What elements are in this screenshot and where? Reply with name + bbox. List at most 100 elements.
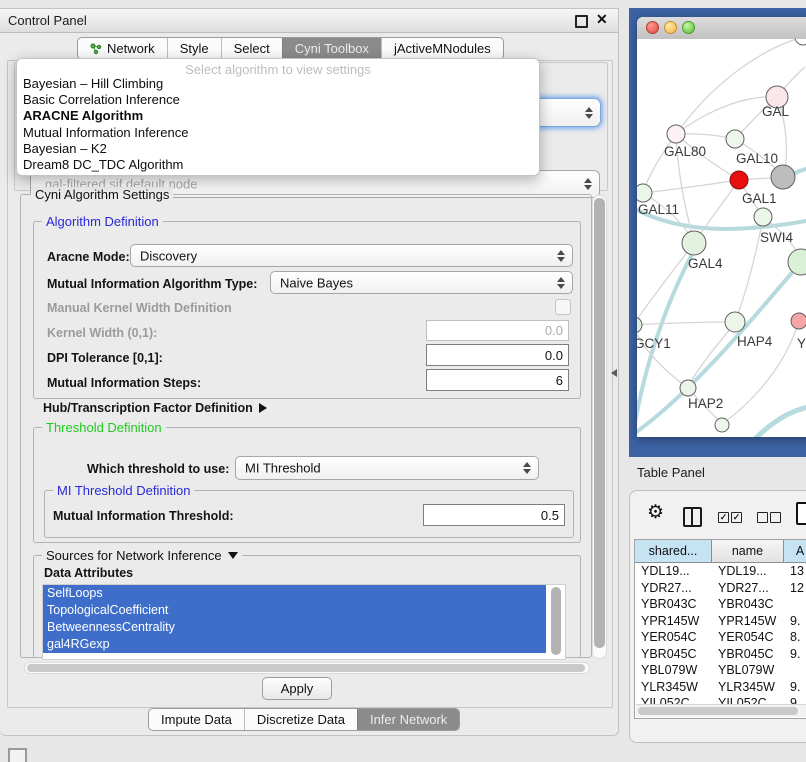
tab-discretize-data[interactable]: Discretize Data bbox=[244, 709, 357, 730]
node-gal80[interactable] bbox=[667, 125, 685, 143]
tab-impute-data[interactable]: Impute Data bbox=[149, 709, 244, 730]
list-item[interactable]: SelfLoops bbox=[43, 585, 546, 602]
panel-divider-handle[interactable] bbox=[611, 369, 617, 377]
node-label: GAL80 bbox=[664, 144, 706, 159]
close-traffic-icon[interactable] bbox=[646, 21, 659, 34]
settings-horizontal-scrollbar[interactable] bbox=[24, 662, 590, 674]
mi-steps-input[interactable] bbox=[426, 369, 569, 391]
node-gal1[interactable] bbox=[730, 171, 748, 189]
column-header[interactable]: A bbox=[784, 540, 806, 562]
mi-threshold-label: Mutual Information Threshold: bbox=[53, 509, 234, 523]
node-gcy1[interactable] bbox=[637, 317, 642, 333]
document-icon[interactable] bbox=[796, 502, 806, 525]
node-label: GAL bbox=[762, 104, 789, 119]
node-gray[interactable] bbox=[771, 165, 795, 189]
node-gal11[interactable] bbox=[637, 184, 652, 202]
list-item[interactable]: TopologicalCoefficient bbox=[43, 602, 546, 619]
expanded-arrow-icon bbox=[228, 552, 238, 559]
network-window-titlebar bbox=[637, 17, 806, 40]
tab-jactivemnodules[interactable]: jActiveMNodules bbox=[381, 38, 503, 59]
collapsed-arrow-icon bbox=[259, 403, 267, 413]
node-label: HAP2 bbox=[688, 396, 723, 411]
node-hap2[interactable] bbox=[680, 380, 696, 396]
unchecked-checkbox-icon[interactable] bbox=[770, 512, 781, 523]
algorithm-option[interactable]: Basic Correlation Inference bbox=[23, 92, 180, 107]
node[interactable] bbox=[715, 418, 729, 432]
settings-vertical-scrollbar[interactable] bbox=[592, 195, 607, 659]
cyni-algorithm-settings-group: Cyni Algorithm Settings Algorithm Defini… bbox=[20, 194, 592, 658]
sources-legend-label: Sources for Network Inference bbox=[46, 548, 222, 563]
minimize-traffic-icon[interactable] bbox=[664, 21, 677, 34]
checked-checkbox-icon[interactable]: ✓ bbox=[718, 512, 729, 523]
aracne-mode-label: Aracne Mode: bbox=[47, 250, 130, 264]
unchecked-checkbox-icon[interactable] bbox=[757, 512, 768, 523]
list-item[interactable]: gal4RGexp bbox=[43, 636, 546, 653]
hub-tf-section-toggle[interactable]: Hub/Transcription Factor Definition bbox=[43, 401, 267, 415]
threshold-definition-group: Threshold Definition Which threshold to … bbox=[33, 427, 581, 543]
algorithm-option-selected[interactable]: ARACNE Algorithm bbox=[23, 108, 143, 123]
table-row[interactable]: YLR345WYLR345W9. bbox=[635, 679, 806, 696]
checked-checkbox-icon[interactable]: ✓ bbox=[731, 512, 742, 523]
docked-panel-icon[interactable] bbox=[8, 748, 27, 762]
mi-type-combobox[interactable]: Naive Bayes bbox=[270, 271, 573, 294]
manual-kernel-checkbox[interactable] bbox=[555, 299, 571, 315]
zoom-traffic-icon[interactable] bbox=[682, 21, 695, 34]
list-item[interactable]: BetweennessCentrality bbox=[43, 619, 546, 636]
close-icon[interactable]: ✕ bbox=[596, 11, 608, 28]
list-scrollbar[interactable] bbox=[551, 587, 561, 655]
column-header[interactable]: name bbox=[712, 540, 784, 562]
node-gal10[interactable] bbox=[726, 130, 744, 148]
data-attributes-label: Data Attributes bbox=[44, 566, 133, 580]
node-swi4[interactable] bbox=[754, 208, 772, 226]
tab-style[interactable]: Style bbox=[167, 38, 221, 59]
tab-infer-network[interactable]: Infer Network bbox=[357, 709, 459, 730]
mi-threshold-input[interactable] bbox=[423, 504, 565, 526]
screen: Control Panel ✕ Network Style Select Cyn… bbox=[0, 0, 806, 762]
settings-horizontal-scrollbar-thumb[interactable] bbox=[27, 664, 585, 672]
table-row[interactable]: YPR145WYPR145W9. bbox=[635, 613, 806, 630]
algorithm-option[interactable]: Mutual Information Inference bbox=[23, 125, 188, 140]
node-label: HAP4 bbox=[737, 334, 772, 349]
sources-legend-toggle[interactable]: Sources for Network Inference bbox=[42, 548, 242, 563]
algorithm-option[interactable]: Bayesian – K2 bbox=[23, 141, 107, 156]
hub-tf-label: Hub/Transcription Factor Definition bbox=[43, 401, 253, 415]
tab-cyni-toolbox[interactable]: Cyni Toolbox bbox=[282, 38, 381, 59]
split-columns-icon[interactable] bbox=[683, 507, 702, 527]
table-horizontal-scrollbar-thumb[interactable] bbox=[638, 707, 798, 715]
table-row[interactable]: YDR27...YDR27...12 bbox=[635, 580, 806, 597]
algorithm-option[interactable]: Dream8 DC_TDC Algorithm bbox=[23, 157, 183, 172]
table-row[interactable]: YER054CYER054C8. bbox=[635, 629, 806, 646]
tab-select[interactable]: Select bbox=[221, 38, 282, 59]
aracne-mode-combobox[interactable]: Discovery bbox=[130, 244, 573, 267]
table-row[interactable]: YBL079WYBL079W bbox=[635, 662, 806, 679]
table-row[interactable]: YBR045CYBR045C9. bbox=[635, 646, 806, 663]
attribute-table: shared... name A YDL19...YDL19...13 YDR2… bbox=[634, 539, 806, 719]
algorithm-definition-legend: Algorithm Definition bbox=[42, 214, 163, 229]
node-gal4[interactable] bbox=[682, 231, 706, 255]
settings-vertical-scrollbar-thumb[interactable] bbox=[594, 198, 605, 648]
apply-button[interactable]: Apply bbox=[262, 677, 332, 700]
node[interactable] bbox=[795, 39, 806, 45]
network-canvas[interactable]: GAL GAL80 GAL10 GAL1 GAL11 SWI4 GAL4 GCY… bbox=[637, 39, 806, 437]
table-panel-title: Table Panel bbox=[637, 465, 705, 480]
tab-network[interactable]: Network bbox=[78, 38, 167, 59]
node-hap4[interactable] bbox=[725, 312, 745, 332]
table-row[interactable]: YBR043CYBR043C bbox=[635, 596, 806, 613]
float-window-icon[interactable] bbox=[575, 15, 588, 28]
combo-stepper-icon bbox=[523, 462, 531, 474]
control-panel-tabbar: Network Style Select Cyni Toolbox jActiv… bbox=[77, 37, 504, 60]
settings-group-title: Cyni Algorithm Settings bbox=[31, 187, 173, 202]
algorithm-option[interactable]: Bayesian – Hill Climbing bbox=[23, 76, 163, 91]
dpi-tolerance-input[interactable] bbox=[426, 344, 569, 366]
which-threshold-combobox[interactable]: MI Threshold bbox=[235, 456, 539, 480]
table-horizontal-scrollbar[interactable] bbox=[636, 704, 806, 717]
settings-gear-icon[interactable]: ⚙ bbox=[647, 501, 664, 524]
table-panel-window: ⚙ ✓ ✓ shared... name A YDL19...YDL19...1… bbox=[629, 490, 806, 743]
node-y[interactable] bbox=[791, 313, 806, 329]
node-label: SWI4 bbox=[760, 230, 793, 245]
table-row[interactable]: YDL19...YDL19...13 bbox=[635, 563, 806, 580]
kernel-width-input[interactable] bbox=[426, 320, 569, 341]
column-header[interactable]: shared... bbox=[635, 540, 712, 562]
node-label: GAL10 bbox=[736, 151, 778, 166]
data-attributes-list: SelfLoops TopologicalCoefficient Between… bbox=[42, 584, 566, 660]
